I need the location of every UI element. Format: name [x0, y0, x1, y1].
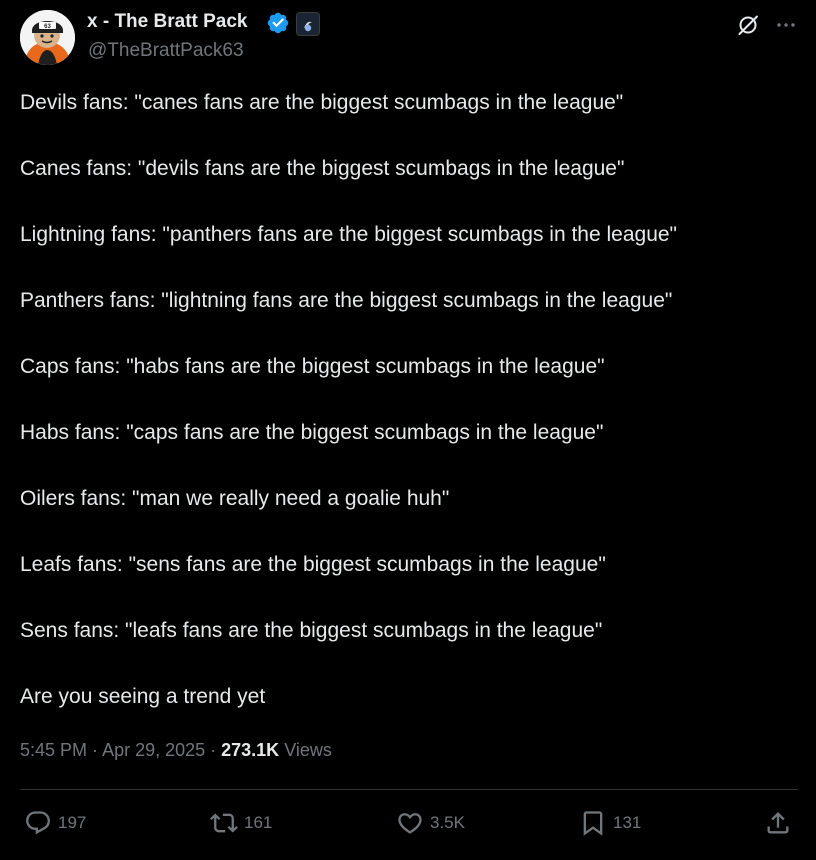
share-button[interactable]	[764, 808, 792, 838]
meta-separator: ·	[87, 740, 103, 760]
tweet-time[interactable]: 5:45 PM	[20, 740, 87, 760]
like-icon	[398, 813, 422, 834]
tweet-line: Canes fans: "devils fans are the biggest…	[20, 157, 625, 180]
tweet-line: Caps fans: "habs fans are the biggest sc…	[20, 355, 605, 378]
meta-separator: ·	[205, 740, 222, 760]
like-button[interactable]: 3.5K	[396, 808, 465, 838]
tweet-meta: 5:45 PM · Apr 29, 2025 · 273.1K Views	[20, 740, 332, 761]
affiliate-badge-icon[interactable]	[296, 12, 320, 36]
avatar[interactable]: 63	[20, 10, 75, 65]
avatar-number: 63	[44, 24, 51, 30]
tweet-date[interactable]: Apr 29, 2025	[102, 740, 205, 760]
display-name[interactable]: x - The Bratt Pack	[87, 11, 248, 33]
tweet-text: Devils fans: "canes fans are the biggest…	[20, 89, 796, 711]
tweet-line: Panthers fans: "lightning fans are the b…	[20, 289, 673, 312]
affiliate-badge-graphic	[297, 13, 319, 35]
tweet-line: Are you seeing a trend yet	[20, 685, 266, 708]
tweet-line: Leafs fans: "sens fans are the biggest s…	[20, 553, 606, 576]
reply-button[interactable]: 197	[24, 808, 86, 838]
avatar-image: 63	[20, 10, 75, 65]
user-handle[interactable]: @TheBrattPack63	[88, 40, 244, 62]
like-count: 3.5K	[430, 813, 465, 832]
bookmark-button[interactable]: 131	[579, 808, 641, 838]
repost-icon	[210, 813, 238, 833]
tweet-line: Sens fans: "leafs fans are the biggest s…	[20, 619, 603, 642]
repost-count: 161	[244, 813, 273, 832]
tweet-line: Lightning fans: "panthers fans are the b…	[20, 223, 678, 246]
grok-icon[interactable]	[736, 13, 760, 37]
bookmark-count: 131	[613, 813, 642, 832]
repost-button[interactable]: 161	[210, 808, 272, 838]
views-count: 273.1K	[221, 740, 280, 760]
verified-badge-icon[interactable]	[266, 11, 290, 35]
reply-icon	[26, 811, 50, 835]
tweet-line: Devils fans: "canes fans are the biggest…	[20, 91, 624, 114]
more-icon[interactable]	[774, 13, 798, 37]
bookmark-icon	[583, 811, 603, 836]
share-icon	[767, 812, 789, 834]
tweet-line: Oilers fans: "man we really need a goali…	[20, 487, 450, 510]
divider	[20, 789, 798, 790]
views-label: Views	[284, 740, 332, 760]
tweet-line: Habs fans: "caps fans are the biggest sc…	[20, 421, 604, 444]
reply-count: 197	[58, 813, 87, 832]
